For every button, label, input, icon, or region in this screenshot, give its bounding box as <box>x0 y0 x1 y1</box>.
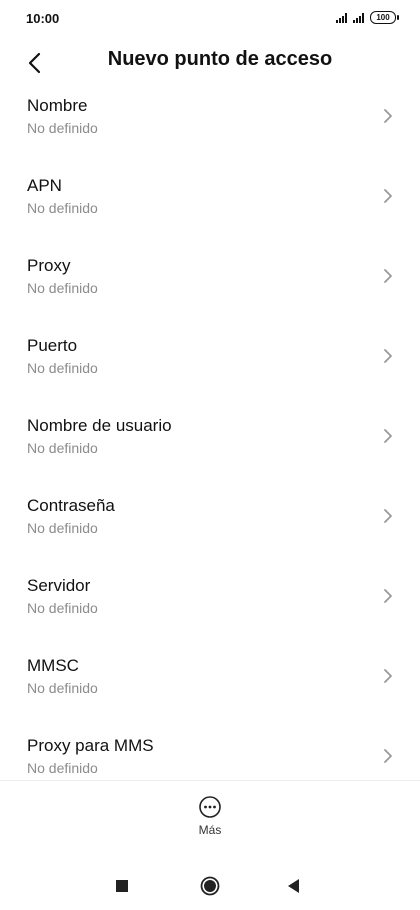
recents-button[interactable] <box>111 875 133 897</box>
field-title: MMSC <box>27 656 79 675</box>
field-title: Proxy para MMS <box>27 736 154 755</box>
triangle-back-icon <box>288 879 299 893</box>
chevron-right-icon <box>384 109 392 123</box>
field-row-mmsc[interactable]: MMSC No definido <box>0 640 420 720</box>
circle-icon <box>200 876 220 896</box>
field-row-proxy-mms[interactable]: Proxy para MMS No definido <box>0 720 420 780</box>
chevron-right-icon <box>384 349 392 363</box>
apn-field-list: Nombre No definido APN No definido Proxy… <box>0 80 420 780</box>
field-value: No definido <box>27 600 98 616</box>
field-title: Nombre <box>27 96 88 115</box>
chevron-right-icon <box>384 189 392 203</box>
field-row-contrasena[interactable]: Contraseña No definido <box>0 480 420 560</box>
field-value: No definido <box>27 680 98 696</box>
field-row-apn[interactable]: APN No definido <box>0 160 420 240</box>
signal-icon-2 <box>353 12 364 23</box>
chevron-right-icon <box>384 669 392 683</box>
field-title: Proxy <box>27 256 71 275</box>
field-row-servidor[interactable]: Servidor No definido <box>0 560 420 640</box>
chevron-right-icon <box>384 509 392 523</box>
more-label: Más <box>198 823 222 837</box>
field-value: No definido <box>27 120 98 136</box>
field-value: No definido <box>27 760 98 776</box>
status-icons: 100 <box>336 11 399 24</box>
chevron-right-icon <box>384 269 392 283</box>
chevron-right-icon <box>384 429 392 443</box>
field-value: No definido <box>27 280 98 296</box>
field-row-nombre[interactable]: Nombre No definido <box>0 80 420 160</box>
field-row-puerto[interactable]: Puerto No definido <box>0 320 420 400</box>
field-value: No definido <box>27 200 98 216</box>
field-row-proxy[interactable]: Proxy No definido <box>0 240 420 320</box>
field-title: Servidor <box>27 576 91 595</box>
back-nav-button[interactable] <box>283 875 305 897</box>
system-nav-bar <box>0 860 420 910</box>
chevron-right-icon <box>384 589 392 603</box>
square-icon <box>116 880 128 892</box>
status-bar: 10:00 100 <box>0 0 420 36</box>
field-title: Puerto <box>27 336 78 355</box>
field-title: APN <box>27 176 62 195</box>
chevron-right-icon <box>384 749 392 763</box>
field-title: Nombre de usuario <box>27 416 172 435</box>
more-options-icon <box>199 796 221 818</box>
page-title: Nuevo punto de acceso <box>107 48 333 70</box>
field-value: No definido <box>27 440 98 456</box>
bottom-action-bar: Más <box>0 780 420 862</box>
field-row-nombre-usuario[interactable]: Nombre de usuario No definido <box>0 400 420 480</box>
home-button[interactable] <box>199 875 221 897</box>
status-time: 10:00 <box>26 11 60 26</box>
signal-icon <box>336 12 347 23</box>
field-value: No definido <box>27 520 98 536</box>
battery-icon: 100 <box>370 11 399 24</box>
more-button[interactable]: Más <box>180 795 240 851</box>
field-value: No definido <box>27 360 98 376</box>
header: Nuevo punto de acceso <box>0 40 420 84</box>
field-title: Contraseña <box>27 496 115 515</box>
